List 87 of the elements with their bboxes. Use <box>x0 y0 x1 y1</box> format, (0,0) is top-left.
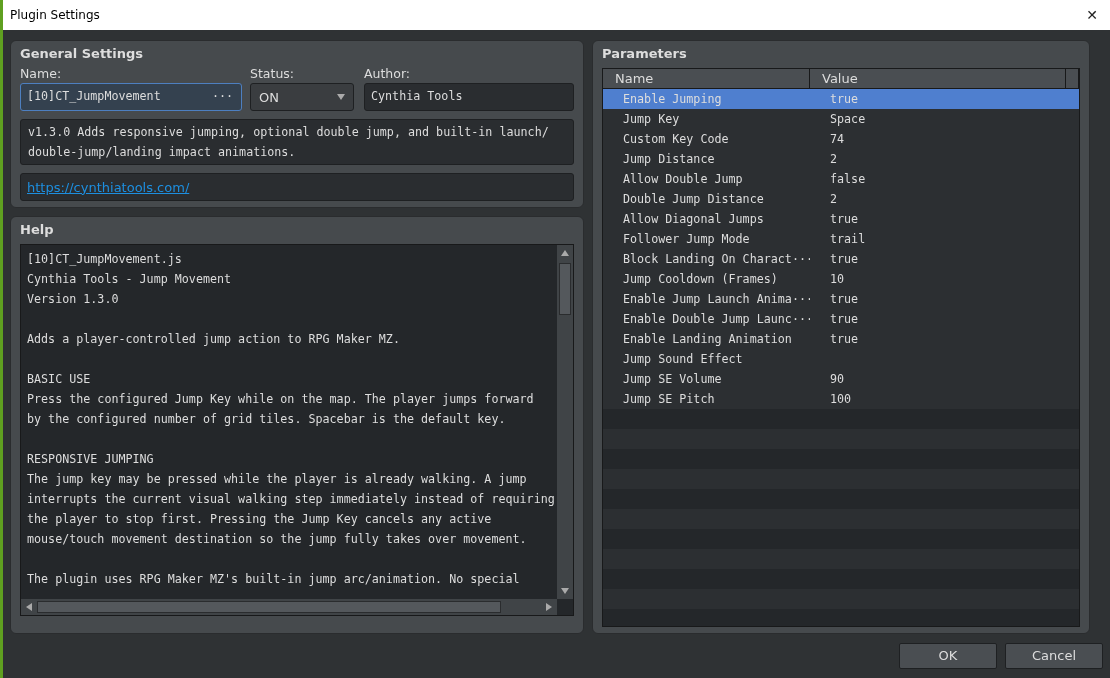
author-field[interactable]: Cynthia Tools <box>364 83 574 112</box>
help-text-line: [10]CT_JumpMovement.js <box>27 250 182 268</box>
horizontal-scrollbar[interactable] <box>21 598 557 615</box>
parameter-row[interactable]: Jump Distance 2 <box>603 148 1079 169</box>
parameter-name: Allow Diagonal Jumps <box>622 210 765 228</box>
help-text-line: RESPONSIVE JUMPING <box>27 450 154 468</box>
parameter-row[interactable]: Enable Landing Animation true <box>603 328 1079 349</box>
parameter-row[interactable]: Enable Jump Launch Anima··· true <box>603 288 1079 309</box>
field-label: Status: <box>250 64 296 83</box>
vertical-scrollbar[interactable] <box>557 244 573 599</box>
parameter-value: true <box>829 330 860 348</box>
caret-icon <box>337 94 345 101</box>
parameter-row[interactable]: Follower Jump Mode trail <box>603 228 1079 249</box>
parameter-value: 2 <box>829 150 839 168</box>
parameter-name: Enable Jump Launch Anima··· <box>622 290 810 308</box>
parameter-name: Enable Double Jump Launc··· <box>622 310 810 328</box>
parameter-row[interactable]: Jump Sound Effect <box>603 348 1079 369</box>
panel-title: Help <box>20 221 55 240</box>
scrollbar-thumb[interactable] <box>37 600 501 613</box>
close-button[interactable]: ✕ <box>1082 4 1102 26</box>
parameter-value: 100 <box>829 390 853 408</box>
parameter-row[interactable]: Allow Diagonal Jumps true <box>603 208 1079 229</box>
parameter-name: Jump Cooldown (Frames) <box>622 270 779 288</box>
parameter-row[interactable]: Jump SE Pitch 100 <box>603 388 1079 409</box>
scroll-up-icon[interactable] <box>561 249 569 256</box>
scrollbar-thumb[interactable] <box>559 262 571 315</box>
help-text-line: The plugin uses RPG Maker MZ's built-in jump arc/animation. No special <box>27 570 520 588</box>
help-text-line: the player to stop first. Pressing the Jump Key cancels any active <box>27 510 492 528</box>
parameter-value: true <box>829 210 860 228</box>
field-label: Name: <box>20 64 63 83</box>
cancel-button[interactable]: Cancel <box>1005 643 1103 669</box>
scroll-down-icon[interactable] <box>561 587 569 594</box>
parameter-name: Jump Distance <box>622 150 716 168</box>
parameter-value: 90 <box>829 370 846 388</box>
parameter-row[interactable]: Jump Cooldown (Frames) 10 <box>603 268 1079 289</box>
name-field[interactable]: [10]CT_JumpMovement ··· <box>20 83 242 112</box>
parameter-value: 10 <box>829 270 846 288</box>
help-text-line: interrupts the current visual walking step immediately instead of requiring <box>27 490 555 508</box>
panel-title: Parameters <box>602 45 688 63</box>
parameter-row[interactable]: Allow Double Jump false <box>603 168 1079 189</box>
help-text-line: Press the configured Jump Key while on the map. The player jumps forward <box>27 390 534 408</box>
parameter-name: Enable Jumping <box>622 90 723 108</box>
help-text-line: The jump key may be pressed while the player is already walking. A jump <box>27 470 527 488</box>
help-text-line: Adds a player-controlled jump action to RPG Maker MZ. <box>27 330 400 348</box>
ok-button[interactable]: OK <box>899 643 997 669</box>
parameter-value: 74 <box>829 130 846 148</box>
field-value: [10]CT_JumpMovement <box>27 88 161 106</box>
help-text-line: Version 1.3.0 <box>27 290 119 308</box>
parameter-name: Follower Jump Mode <box>622 230 751 248</box>
help-text-line: by the configured number of grid tiles. Spacebar is the default key. <box>27 410 506 428</box>
parameter-row[interactable]: Jump Key Space <box>603 108 1079 129</box>
column-header[interactable]: Name <box>603 68 810 89</box>
parameter-value: 2 <box>829 190 839 208</box>
parameter-value: trail <box>829 230 867 248</box>
parameter-name: Jump SE Volume <box>622 370 723 388</box>
parameter-row[interactable]: Double Jump Distance 2 <box>603 188 1079 209</box>
parameter-name: Block Landing On Charact··· <box>622 250 810 268</box>
parameter-value: true <box>829 250 860 268</box>
status-dropdown[interactable]: ON <box>250 83 354 112</box>
parameter-name: Jump SE Pitch <box>622 390 716 408</box>
window-title: Plugin Settings <box>10 7 100 24</box>
dropdown-value: ON <box>259 88 279 107</box>
parameter-value: true <box>829 90 860 108</box>
parameter-value: true <box>829 310 860 328</box>
help-text-line: Cynthia Tools - Jump Movement <box>27 270 232 288</box>
browse-button[interactable]: ··· <box>209 88 235 106</box>
panel-title: General Settings <box>20 45 145 63</box>
parameter-row[interactable]: Jump SE Volume 90 <box>603 368 1079 389</box>
help-text-line: BASIC USE <box>27 370 91 388</box>
parameter-name: Double Jump Distance <box>622 190 765 208</box>
description-field[interactable]: v1.3.0 Adds responsive jumping, optional double jump, and built-in launch/ double-jump/landing impact animations. <box>20 119 574 166</box>
parameter-name: Custom Key Code <box>622 130 730 148</box>
parameter-row[interactable]: Enable Double Jump Launc··· true <box>603 308 1079 329</box>
parameter-name: Enable Landing Animation <box>622 330 793 348</box>
parameter-value: Space <box>829 110 867 128</box>
parameter-value: false <box>829 170 867 188</box>
column-header[interactable]: Value <box>810 68 1066 89</box>
scroll-right-icon[interactable] <box>546 602 552 611</box>
help-text-line: mouse/touch movement destination so the jump fully takes over movement. <box>27 530 527 548</box>
scroll-left-icon[interactable] <box>26 602 32 611</box>
parameter-row[interactable]: Block Landing On Charact··· true <box>603 248 1079 269</box>
parameter-value: true <box>829 290 860 308</box>
parameter-name: Jump Key <box>622 110 681 128</box>
field-label: Author: <box>364 64 412 83</box>
parameter-name: Allow Double Jump <box>622 170 744 188</box>
parameter-name: Jump Sound Effect <box>622 350 744 368</box>
parameter-row[interactable]: Custom Key Code 74 <box>603 128 1079 149</box>
